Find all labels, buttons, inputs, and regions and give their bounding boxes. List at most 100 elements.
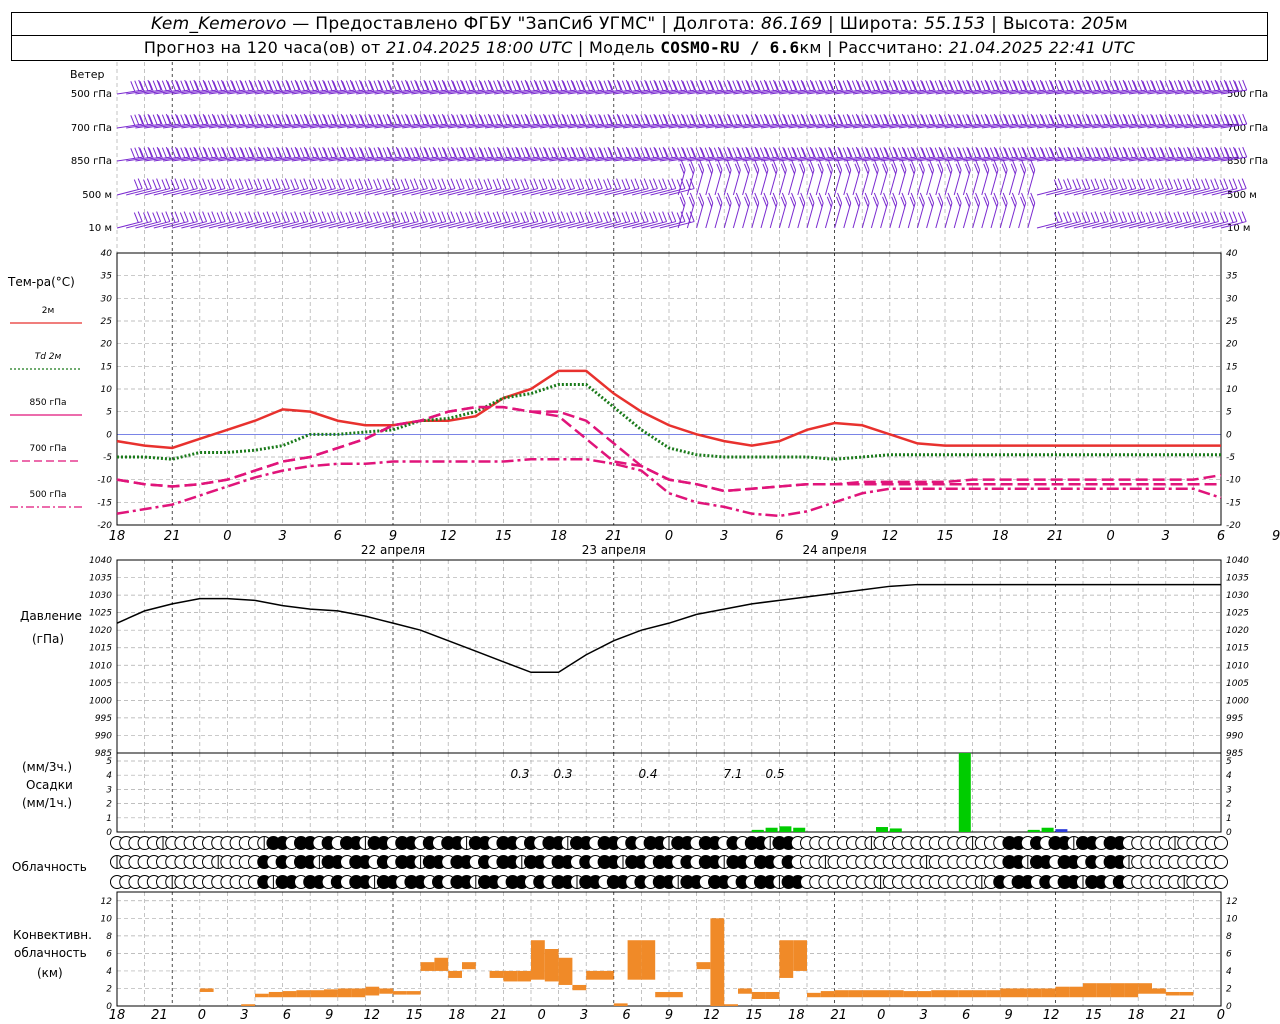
wind-barb-feather (257, 79, 263, 91)
wind-barb-feather (451, 113, 456, 125)
wind-barb-feather (514, 211, 520, 222)
wind-barb-feather (321, 178, 327, 189)
wind-barb-feather (382, 179, 388, 190)
conv-bar (807, 992, 821, 998)
wind-barb-feather (953, 147, 959, 158)
wind-barb-feather (220, 211, 226, 222)
wind-barb-feather (146, 211, 152, 222)
wind-barb-feather (934, 80, 940, 91)
wind-barb-feather (907, 114, 913, 125)
wind-barb (769, 192, 778, 229)
wind-barb-feather (322, 79, 328, 91)
wind-barb-feather (566, 114, 572, 125)
wind-barb-feather (327, 212, 332, 223)
temp-xtick: 12 (882, 529, 899, 544)
wind-barb (981, 159, 990, 196)
temp-ytick-right: 35 (1226, 272, 1238, 282)
pressure-ytick-left: 1010 (89, 661, 112, 671)
wind-barb-feather (437, 147, 443, 158)
wind-barb (116, 211, 143, 229)
wind-barb-feather (1072, 80, 1078, 91)
conv-bar (931, 990, 945, 998)
wind-barb-feather (290, 80, 296, 91)
conv-xtick: 12 (363, 1008, 380, 1023)
wind-barb-feather (1122, 79, 1128, 91)
wind-barb-feather (299, 212, 305, 223)
wind-barb-feather (584, 179, 590, 190)
wind-barb-feather (1109, 179, 1114, 190)
wind-barb (861, 159, 870, 196)
conv-bar (1014, 988, 1028, 998)
wind-barb-feather (1210, 212, 1216, 223)
wind-barb-feather (377, 113, 383, 125)
wind-barb-feather (560, 178, 566, 189)
wind-barb-feather (1085, 113, 1091, 125)
wind-barb-feather (483, 80, 489, 91)
wind-barb-feather (925, 114, 931, 125)
wind-barb-feather (865, 113, 870, 125)
wind-barb-feather (1168, 178, 1174, 189)
wind-barb (907, 192, 916, 229)
wind-barb-feather (851, 147, 857, 158)
wind-barb-feather (244, 179, 250, 190)
wind-barb-feather (189, 179, 194, 190)
wind-barb (834, 192, 843, 229)
wind-barb-feather (285, 79, 291, 91)
wind-barb-feather (382, 80, 388, 91)
conv-ytick-right: 6 (1226, 949, 1232, 959)
wind-barb-feather (496, 178, 502, 189)
wind-barb-feather (1003, 79, 1008, 91)
wind-barb-feather (1053, 179, 1059, 190)
wind-barb-feather (1177, 178, 1183, 189)
wind-barb-feather (469, 146, 475, 158)
wind-barb-feather (1021, 79, 1027, 91)
conv-bar (627, 940, 642, 980)
pressure-ytick-left: 1000 (89, 696, 112, 706)
wind-barb-feather (303, 113, 309, 125)
conv-bar (379, 988, 393, 994)
wind-barb-feather (180, 80, 186, 91)
wind-barb-feather (543, 146, 548, 158)
wind-barb-feather (391, 179, 397, 190)
wind-barb-feather (143, 212, 148, 223)
wind-barb-feather (198, 212, 204, 223)
wind-barb-feather (327, 114, 333, 125)
wind-barb-feather (487, 211, 493, 222)
wind-barb-feather (980, 147, 986, 158)
wind-barb-feather (474, 212, 480, 223)
wind-barb (935, 192, 944, 229)
wind-barb-feather (161, 212, 167, 223)
conv-bar (1000, 988, 1014, 998)
wind-barb-feather (1008, 147, 1014, 158)
wind-barb-feather (1091, 147, 1097, 158)
wind-barb-feather (386, 211, 392, 222)
wind-barb-feather (699, 113, 705, 125)
wind-level-label-left: 700 гПа (71, 123, 112, 134)
wind-barb (834, 159, 843, 196)
wind-barb-feather (515, 113, 521, 125)
wind-barb-feather (156, 178, 162, 189)
wind-barb-feather (441, 146, 447, 158)
wind-barb-feather (552, 79, 558, 91)
wind-barb-feather (1177, 211, 1183, 222)
wind-barb-feather (1136, 212, 1142, 223)
conv-xtick: 21 (151, 1008, 168, 1023)
wind-barb-feather (833, 80, 839, 91)
wind-barb-feather (229, 178, 235, 189)
temp-ytick-left: 10 (101, 385, 113, 395)
wind-barb-feather (165, 113, 171, 125)
wind-barb-feather (560, 211, 566, 222)
wind-barb-feather (428, 179, 434, 190)
wind-barb-feather (791, 113, 797, 125)
wind-barb-feather (193, 113, 199, 125)
wind-barb-feather (732, 80, 738, 91)
wind-barb-feather (230, 146, 236, 158)
temp-ytick-left: 15 (101, 362, 113, 372)
wind-barb (962, 192, 971, 229)
wind-barb-feather (1030, 146, 1036, 158)
wind-barb-feather (589, 146, 594, 158)
wind-barb-feather (230, 113, 236, 125)
wind-barb-feather (446, 179, 452, 190)
wind-barb-feather (276, 146, 282, 158)
wind-barb-feather (575, 179, 581, 190)
